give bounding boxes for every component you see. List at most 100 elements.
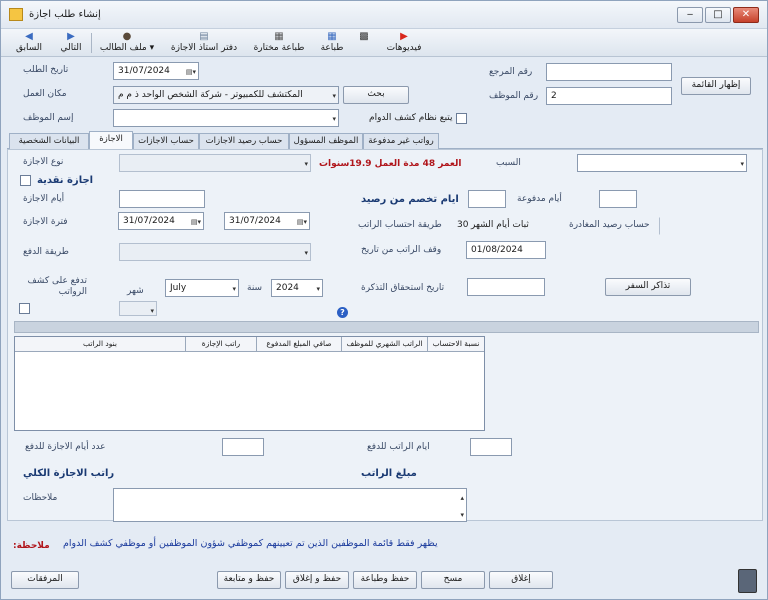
prev-button[interactable]: ◀ السابق — [9, 31, 49, 55]
paid-days-count-label: عدد أيام الاجازة للدفع — [25, 442, 106, 452]
document-icon: ▤ — [199, 31, 209, 42]
calendar-dropdown-icon: ▤▾ — [185, 68, 196, 76]
reason-label: السبب — [496, 158, 521, 168]
calendar-dropdown-icon: ▤▾ — [296, 218, 307, 226]
calculator-icon[interactable] — [738, 569, 757, 593]
salary-days-label: ايام الراتب للدفع — [367, 442, 430, 452]
paid-days-input[interactable] — [599, 190, 637, 208]
tab-personal-data[interactable]: البيانات الشخصية — [9, 133, 89, 149]
close-button[interactable]: إغلاق — [489, 571, 553, 589]
grid-header[interactable]: راتب الإجازة — [186, 337, 257, 352]
tab-leave-balance[interactable]: حساب رصيد الاجازات — [199, 133, 289, 149]
paid-days-count-input[interactable] — [222, 438, 264, 456]
grid-header[interactable]: بنود الراتب — [15, 337, 186, 352]
total-leave-salary-label: راتب الاجازة الكلي — [23, 468, 115, 479]
workplace-select[interactable]: المكتشف للكمبيوتر - شركة الشخص الواحد ذ … — [113, 86, 339, 104]
prev-icon: ◀ — [25, 31, 33, 42]
tab-unpaid-salaries[interactable]: رواتب غير مدفوعة — [363, 133, 439, 149]
search-button[interactable]: بحث — [343, 86, 409, 104]
ref-no-input[interactable] — [546, 63, 672, 81]
employee-name-select[interactable]: ▾ — [113, 109, 339, 127]
ticket-due-input[interactable] — [467, 278, 545, 296]
emp-no-input[interactable]: 2 — [546, 87, 672, 105]
requester-file-button[interactable]: ● ملف الطالب ▾ — [95, 31, 159, 55]
note-label: ملاحظة: — [13, 541, 50, 551]
save-print-button[interactable]: حفظ وطباعة — [353, 571, 417, 589]
cash-leave-checkbox[interactable] — [20, 175, 31, 186]
travel-tickets-button[interactable]: تذاكر السفر — [605, 278, 691, 296]
chevron-down-icon: ▾ — [304, 249, 308, 257]
leave-days-input[interactable] — [119, 190, 205, 208]
leave-type-select[interactable]: ▾ — [119, 154, 311, 172]
scroll-up-icon: ▴ — [460, 494, 464, 502]
request-date-label: تاريخ الطلب — [23, 65, 69, 75]
year-select[interactable]: 2024 ▾ — [271, 279, 323, 297]
title-bar: إنشاء طلب اجازة ‒ □ ✕ — [1, 1, 767, 29]
stop-salary-date[interactable]: 01/08/2024 — [466, 241, 546, 259]
next-button[interactable]: ▶ التالي — [53, 31, 89, 55]
window: إنشاء طلب اجازة ‒ □ ✕ ◀ السابق ▶ التالي ● م… — [0, 0, 768, 600]
attendance-checkbox[interactable] — [456, 113, 467, 124]
leave-from-date[interactable]: 31/07/2024 ▤▾ — [118, 212, 204, 230]
tab-responsible-employee[interactable]: الموظف المسؤول — [289, 133, 363, 149]
grid-header[interactable]: صافي المبلغ المدفوع — [257, 337, 342, 352]
leave-period-label: فترة الاجازة — [23, 217, 68, 227]
chevron-down-icon: ▾ — [304, 160, 308, 168]
salary-days-input[interactable] — [470, 438, 512, 456]
salary-method-label: طريقة احتساب الراتب — [358, 220, 442, 230]
ref-no-label: رقم المرجع — [489, 67, 533, 77]
toolbar: ◀ السابق ▶ التالي ● ملف الطالب ▾ ▤ دفتر استا… — [1, 29, 767, 57]
show-list-button[interactable]: إظهار القائمة — [681, 77, 751, 95]
pay-on-checkbox[interactable] — [19, 303, 30, 314]
tab-leave-calculation[interactable]: حساب الاجازات — [133, 133, 199, 149]
notes-textarea[interactable]: ▴ ▾ — [113, 488, 467, 522]
payment-method-label: طريقة الدفع — [23, 247, 69, 257]
chevron-down-icon: ▾ — [150, 307, 154, 315]
leave-type-label: نوع الاجازة — [23, 157, 64, 167]
payment-method-select[interactable]: ▾ — [119, 243, 311, 261]
leave-days-label: أيام الاجازة — [23, 194, 65, 204]
attachments-button[interactable]: المرفقات — [11, 571, 79, 589]
printer-icon: ▩ — [359, 31, 369, 42]
chevron-down-icon: ▾ — [740, 160, 744, 168]
printer-icon: ▦ — [274, 31, 284, 42]
attendance-label: يتبع نظام كشف الدوام — [369, 113, 453, 123]
deduct-balance-input[interactable] — [468, 190, 506, 208]
save-close-button[interactable]: حفظ و إغلاق — [285, 571, 349, 589]
progress-bar — [14, 321, 759, 333]
grid-header[interactable]: الراتب الشهري للموظف — [342, 337, 428, 352]
leave-to-date[interactable]: 31/07/2024 ▤▾ — [224, 212, 310, 230]
salary-amount-label: مبلغ الراتب — [361, 468, 417, 479]
request-date-field[interactable]: 31/07/2024 ▤▾ — [113, 62, 199, 80]
age-service-text: العمر 48 مدة العمل 19.9سنوات — [319, 159, 462, 169]
next-icon: ▶ — [67, 31, 75, 42]
minimize-button[interactable]: ‒ — [677, 7, 703, 23]
month-select[interactable]: July ▾ — [165, 279, 239, 297]
employee-name-label: إسم الموظف — [23, 113, 74, 123]
maximize-button[interactable]: □ — [705, 7, 731, 23]
leave-book-button[interactable]: ▤ دفتر استاذ الاجازة — [163, 31, 245, 55]
save-follow-button[interactable]: حفظ و متابعة — [217, 571, 281, 589]
user-icon: ● — [122, 31, 132, 42]
deduct-balance-label: ايام تخصم من رصيد — [361, 194, 459, 205]
chevron-down-icon: ▾ — [316, 285, 320, 293]
print-selected-button[interactable]: ▦ طباعة مختارة — [249, 31, 309, 55]
paid-days-label: أيام مدفوعة — [517, 194, 562, 204]
departure-balance-value — [659, 217, 759, 235]
close-window-button[interactable]: ✕ — [733, 7, 759, 23]
grid-header[interactable]: نسبة الاحتساب — [428, 337, 484, 352]
stop-salary-label: وقف الراتب من تاريخ — [361, 245, 442, 255]
videos-button[interactable]: ▶ فيديوهات — [381, 31, 427, 55]
chevron-down-icon: ▾ — [332, 115, 336, 123]
notes-label: ملاحظات — [23, 493, 58, 503]
print-preview-button[interactable]: ▩ — [355, 31, 373, 55]
pay-on-label: تدفع على كشف الرواتب — [27, 276, 87, 297]
reason-select[interactable]: ▾ — [577, 154, 747, 172]
print-button[interactable]: ▦ طباعة — [315, 31, 349, 55]
help-icon[interactable]: ? — [337, 307, 348, 318]
clear-button[interactable]: مسح — [421, 571, 485, 589]
tab-leave[interactable]: الاجازة — [89, 131, 133, 149]
calendar-dropdown-icon: ▤▾ — [190, 218, 201, 226]
extra-select[interactable]: ▾ — [119, 301, 157, 316]
app-icon — [9, 8, 23, 21]
